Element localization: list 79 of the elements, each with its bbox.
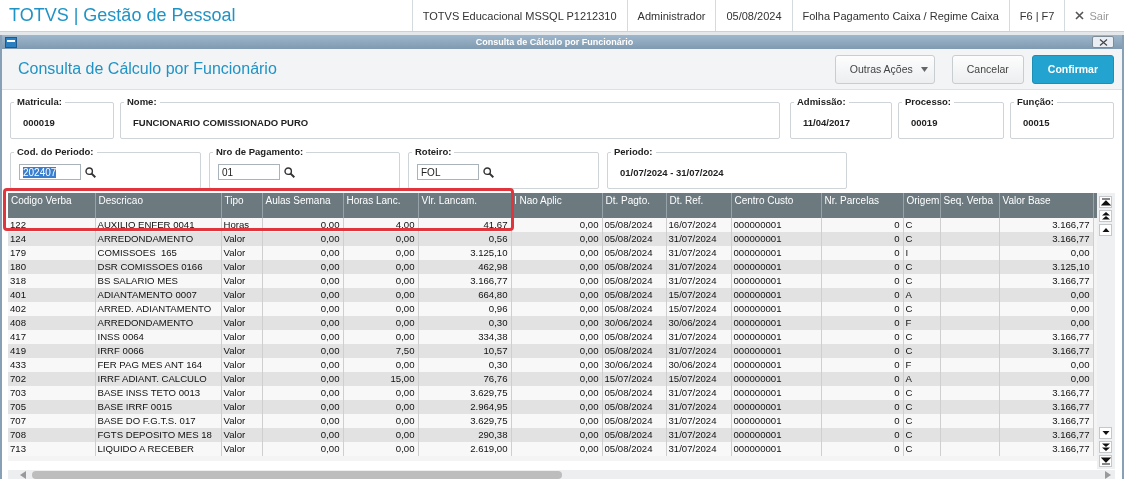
status-item: Administrador [626, 0, 716, 31]
column-header[interactable]: Dt. Ref. [666, 192, 731, 218]
table-row[interactable]: 703 BASE INSS TETO 0013 Valor 0,00 0,00 3.629,75 0,00 05/08/2024 31/07/2024 000000001 0 C 3.166,77 [8, 385, 1097, 400]
field-label: Roteiro: [412, 145, 455, 157]
field-value: 00019 [911, 116, 938, 128]
column-header[interactable]: Centro Custo [731, 192, 821, 218]
table-row[interactable]: 433 FER PAG MES ANT 164 Valor 0,00 0,00 0,30 0,00 30/06/2024 30/06/2024 000000001 0 F 0,00 [8, 357, 1097, 372]
input-field[interactable]: 01 [218, 164, 280, 181]
field-label: Admissão: [794, 95, 849, 107]
close-icon [1075, 11, 1085, 20]
window-title: Consulta de Cálculo por Funcionário [474, 37, 635, 48]
table-row[interactable]: 419 IRRF 0066 Valor 0,00 7,50 10,57 0,00 05/08/2024 31/07/2024 000000001 0 C 3.166,77 [8, 343, 1097, 358]
column-header[interactable]: Origem [903, 192, 940, 218]
field-value: 11/04/2017 [803, 116, 851, 128]
scroll-down-button[interactable] [1099, 426, 1112, 439]
table-row[interactable]: 180 DSR COMISSOES 0166 Valor 0,00 0,00 462,98 0,00 05/08/2024 31/07/2024 000000001 0 C 3.125,10 [8, 259, 1097, 274]
page-down-button[interactable] [1099, 440, 1112, 453]
scroll-top-button[interactable] [1099, 195, 1112, 208]
table-row[interactable]: 705 BASE IRRF 0015 Valor 0,00 0,00 2.964,95 0,00 05/08/2024 31/07/2024 000000001 0 C 3.166,77 [8, 399, 1097, 414]
scroll-up-button[interactable] [1099, 223, 1112, 236]
caret-left-icon [20, 470, 26, 479]
column-header[interactable]: Nr. Parcelas [821, 192, 903, 218]
field-label: Periodo: [611, 145, 656, 157]
search-button[interactable] [284, 166, 295, 178]
table-row[interactable]: 408 ARREDONDAMENTO Valor 0,00 0,00 0,30 0,00 30/06/2024 30/06/2024 000000001 0 F 0,00 [8, 315, 1097, 330]
table-row[interactable]: 707 BASE DO F.G.T.S. 017 Valor 0,00 0,00 3.629,75 0,00 05/08/2024 31/07/2024 000000001 0 C 3.166,77 [8, 413, 1097, 428]
input-field[interactable]: FOL [417, 164, 479, 181]
table-row[interactable]: 122 AUXILIO ENFER 0041 Horas 0,00 4,00 41,67 0,00 05/08/2024 16/07/2024 000000001 0 C 3.166,77 [8, 217, 1097, 232]
table-row[interactable]: 179 COMISSOES 165 Valor 0,00 0,00 3.125,10 0,00 05/08/2024 31/07/2024 000000001 0 I 0,00 [8, 245, 1097, 260]
field-value: 00015 [1023, 116, 1050, 128]
field-value: 01/07/2024 - 31/07/2024 [620, 166, 724, 178]
column-header[interactable]: l Nao Aplic [511, 192, 602, 218]
field-label: Função: [1014, 95, 1057, 107]
column-header[interactable]: Aulas Semana [262, 192, 343, 218]
table-row[interactable]: 713 LIQUIDO A RECEBER Valor 0,00 0,00 2.619,00 0,00 05/08/2024 31/07/2024 000000001 0 C 3.166,77 [8, 441, 1097, 456]
table-row[interactable]: 417 INSS 0064 Valor 0,00 0,00 334,38 0,00 05/08/2024 31/07/2024 000000001 0 C 3.166,77 [8, 329, 1097, 344]
column-header[interactable]: Tipo [221, 192, 262, 218]
close-button[interactable] [1092, 36, 1114, 49]
column-header[interactable]: Vlr. Lancam. [418, 192, 511, 218]
field-label: Cod. do Periodo: [14, 145, 97, 157]
scroll-bottom-button[interactable] [1099, 454, 1112, 467]
column-header[interactable]: Valor Base [999, 192, 1093, 218]
search-button[interactable] [85, 166, 96, 178]
app-title: TOTVS | Gestão de Pessoal [8, 5, 236, 26]
table-row[interactable]: 402 ARRED. ADIANTAMENTO Valor 0,00 0,00 0,96 0,00 05/08/2024 15/07/2024 000000001 0 C 0,00 [8, 301, 1097, 316]
column-header[interactable]: Seq. Verba [940, 192, 999, 218]
column-header[interactable]: Descricao [95, 192, 221, 218]
field-value: 000019 [23, 116, 55, 128]
search-icon [85, 166, 96, 178]
search-icon [284, 166, 295, 178]
table-row[interactable]: 702 IRRF ADIANT. CALCULO Valor 0,00 15,00 76,76 0,00 15/07/2024 15/07/2024 000000001 0 A 0,00 [8, 371, 1097, 386]
column-header[interactable]: Horas Lanc. [343, 192, 418, 218]
scroll-bottom-icon [1100, 455, 1111, 466]
field-label: Nro de Pagamento: [213, 145, 307, 157]
close-icon [1098, 38, 1108, 46]
input-field[interactable]: 202407 [19, 164, 81, 181]
caret-icon [920, 66, 928, 72]
search-icon [483, 166, 494, 178]
search-button[interactable] [483, 166, 494, 178]
scrollbar-thumb[interactable] [32, 470, 562, 479]
status-item: 05/08/2024 [715, 0, 792, 31]
actions-menu-button[interactable]: Outras Ações [834, 54, 935, 84]
status-item: Folha Pagamento Caixa / Regime Caixa [791, 0, 1009, 31]
table-row[interactable]: 708 FGTS DEPOSITO MES 18 Valor 0,00 0,00 290,38 0,00 05/08/2024 31/07/2024 000000001 0 C 3.166,77 [8, 427, 1097, 442]
double-caret-up-icon [1100, 210, 1111, 221]
table-row[interactable]: 124 ARREDONDAMENTO Valor 0,00 0,00 0,56 0,00 05/08/2024 31/07/2024 000000001 0 C 3.166,77 [8, 231, 1097, 246]
caret-right-icon [1105, 470, 1111, 479]
column-header[interactable]: Dt. Pagto. [602, 192, 666, 218]
page-up-button[interactable] [1099, 209, 1112, 222]
field-value: FUNCIONARIO COMISSIONADO PURO [133, 116, 309, 128]
status-item: TOTVS Educacional MSSQL P1212310 [411, 0, 627, 31]
scroll-top-icon [1100, 196, 1111, 207]
table-row[interactable]: 401 ADIANTAMENTO 0007 Valor 0,00 0,00 664,80 0,00 05/08/2024 15/07/2024 000000001 0 A 0,00 [8, 287, 1097, 302]
table-row[interactable]: 318 BS SALARIO MES Valor 0,00 0,00 3.166,77 0,00 05/08/2024 31/07/2024 000000001 0 C 3.166,77 [8, 273, 1097, 288]
double-caret-down-icon [1100, 441, 1111, 452]
column-header[interactable]: Codigo Verba [8, 192, 95, 218]
field-label: Matricula: [14, 95, 65, 107]
page-title: Consulta de Cálculo por Funcionário [18, 60, 277, 79]
cancel-button[interactable]: Cancelar [951, 54, 1024, 84]
